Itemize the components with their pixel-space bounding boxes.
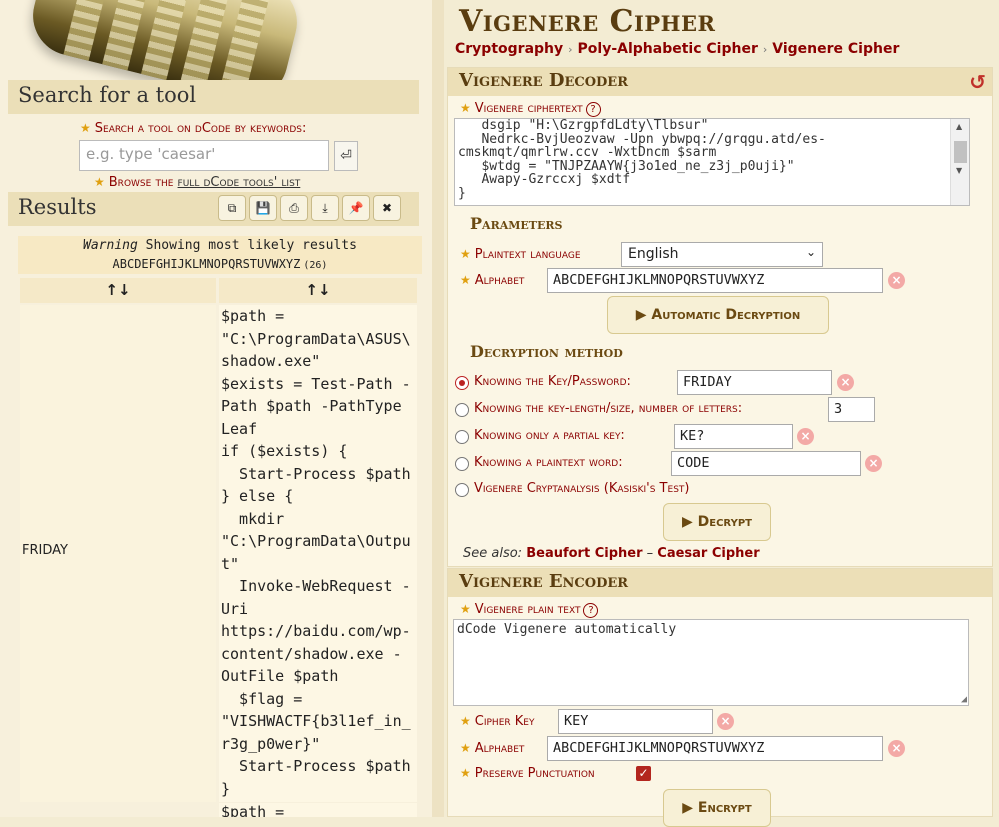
- method-radio-key[interactable]: [455, 376, 469, 390]
- decoder-title: Vigenere Decoder: [448, 68, 992, 96]
- encoder-panel: Vigenere Encoder Vigenere plain text? dC…: [447, 568, 993, 827]
- browse-tools-link[interactable]: Browse the full dCode tools' list: [94, 175, 300, 190]
- star-icon: [460, 741, 471, 755]
- preserve-punctuation-checkbox[interactable]: ✓: [636, 766, 651, 781]
- ciphertext-textarea[interactable]: dsgip "H:\GzrgpfdLdty\Tlbsur" Nedrkc-Bvj…: [454, 118, 970, 206]
- parameters-title: Parameters: [470, 214, 563, 233]
- results-header-row: ↑↓ ↑↓: [20, 278, 417, 303]
- warning-label: Warning: [83, 238, 138, 253]
- see-also-beaufort-link[interactable]: Beaufort Cipher: [526, 546, 642, 561]
- star-icon: [460, 766, 471, 780]
- plaintext-textarea[interactable]: dCode Vigenere automatically ◢: [453, 619, 969, 706]
- method-radio-kasiski[interactable]: [455, 483, 469, 497]
- key-length-input[interactable]: 3: [828, 397, 875, 422]
- full-tools-list-link[interactable]: full dCode tools' list: [178, 175, 301, 190]
- reload-icon[interactable]: ↺: [969, 70, 986, 94]
- alphabet-label: Alphabet: [460, 273, 524, 288]
- copy-icon[interactable]: ⧉: [218, 195, 246, 221]
- method-label-partial: Knowing only a partial key:: [474, 428, 625, 443]
- pin-icon[interactable]: 📌: [342, 195, 370, 221]
- close-icon[interactable]: ✖: [373, 195, 401, 221]
- method-radio-length[interactable]: [455, 403, 469, 417]
- method-label-key: Knowing the Key/Password:: [474, 374, 631, 389]
- warning-text: Showing most likely results: [145, 238, 357, 253]
- encoder-alphabet-input[interactable]: ABCDEFGHIJKLMNOPQRSTUVWXYZ: [547, 736, 883, 761]
- results-toolbar: ⧉ 💾 ⎙ ⤓ 📌 ✖: [218, 195, 401, 221]
- clear-partial-key-icon[interactable]: ×: [797, 428, 814, 445]
- star-icon: [460, 101, 471, 115]
- see-also-caesar-link[interactable]: Caesar Cipher: [657, 546, 759, 561]
- results-warning: Warning Showing most likely results ABCD…: [18, 236, 422, 274]
- method-radio-partial[interactable]: [455, 430, 469, 444]
- plaintext-word-input[interactable]: CODE: [671, 451, 861, 476]
- clear-cipher-key-icon[interactable]: ×: [717, 713, 734, 730]
- cryptex-image: [24, 0, 306, 82]
- sort-key-button[interactable]: ↑↓: [20, 278, 216, 303]
- left-sidebar: Search for a tool Search a tool on dCode…: [0, 0, 433, 817]
- plaintext-label: Vigenere plain text?: [460, 602, 599, 618]
- clear-key-icon[interactable]: ×: [837, 374, 854, 391]
- key-input[interactable]: FRIDAY: [677, 370, 832, 395]
- method-radio-plaintext[interactable]: [455, 457, 469, 471]
- decryption-method-title: Decryption method: [470, 342, 623, 361]
- clear-plaintext-word-icon[interactable]: ×: [865, 455, 882, 472]
- star-icon: [460, 247, 471, 261]
- preserve-punctuation-label: Preserve Punctuation: [460, 766, 595, 781]
- alphabet-text: ABCDEFGHIJKLMNOPQRSTUVWXYZ: [112, 257, 301, 271]
- result-text-cell: $path = "C:\ProgramData\ASUS\ shadow.exe…: [219, 305, 417, 802]
- breadcrumb-item-cryptography[interactable]: Cryptography: [455, 41, 563, 57]
- encoder-alphabet-label: Alphabet: [460, 741, 524, 756]
- chevron-down-icon: ⌄: [805, 245, 816, 259]
- cipher-key-label: Cipher Key: [460, 714, 534, 729]
- alphabet-count: (26): [303, 260, 328, 271]
- breadcrumb-item-polyalphabetic[interactable]: Poly-Alphabetic Cipher: [578, 41, 758, 57]
- method-label-plaintext: Knowing a plaintext word:: [474, 455, 623, 470]
- ciphertext-scrollbar[interactable]: ▲ ▼: [950, 119, 969, 205]
- help-icon[interactable]: ?: [583, 603, 599, 618]
- clear-encoder-alphabet-icon[interactable]: ×: [888, 740, 905, 757]
- next-result-cell: $path =: [219, 803, 417, 817]
- partial-key-input[interactable]: KE?: [674, 424, 793, 449]
- result-key-cell: FRIDAY: [20, 305, 216, 802]
- see-also: See also: Beaufort Cipher – Caesar Ciphe…: [463, 546, 760, 561]
- search-label: Search a tool on dCode by keywords:: [80, 121, 306, 136]
- sort-text-button[interactable]: ↑↓: [219, 278, 417, 303]
- search-section-title: Search for a tool: [8, 80, 419, 114]
- breadcrumb: Cryptography › Poly-Alphabetic Cipher › Vige…: [455, 41, 900, 57]
- print-icon[interactable]: ⎙: [280, 195, 308, 221]
- breadcrumb-item-vigenere[interactable]: Vigenere Cipher: [772, 41, 899, 57]
- clear-alphabet-icon[interactable]: ×: [888, 272, 905, 289]
- method-label-kasiski: Vigenere Cryptanalysis (Kasiski's Test): [474, 481, 690, 496]
- main-content: Vigenere Cipher Cryptography › Poly-Alphab…: [444, 0, 999, 827]
- star-icon: [460, 602, 471, 616]
- cipher-key-input[interactable]: KEY: [558, 709, 713, 734]
- encrypt-button[interactable]: ▶ Encrypt: [663, 789, 771, 827]
- column-divider: [432, 0, 444, 817]
- method-label-length: Knowing the key-length/size, number of l…: [474, 401, 743, 416]
- alphabet-input[interactable]: ABCDEFGHIJKLMNOPQRSTUVWXYZ: [547, 268, 883, 293]
- ciphertext-label: Vigenere ciphertext?: [460, 101, 601, 117]
- star-icon: [80, 121, 91, 135]
- star-icon: [460, 273, 471, 287]
- star-icon: [94, 175, 105, 189]
- plaintext-language-label: Plaintext language: [460, 247, 581, 262]
- star-icon: [460, 714, 471, 728]
- download-icon[interactable]: ⤓: [311, 195, 339, 221]
- automatic-decryption-button[interactable]: ▶ Automatic Decryption: [607, 296, 829, 334]
- decoder-panel: Vigenere Decoder ↺ Vigenere ciphertext? …: [447, 67, 993, 567]
- cryptex-logo[interactable]: [0, 0, 433, 82]
- plaintext-language-select[interactable]: English ⌄: [621, 242, 823, 267]
- resize-handle-icon[interactable]: ◢: [961, 694, 967, 705]
- save-icon[interactable]: 💾: [249, 195, 277, 221]
- decrypt-button[interactable]: ▶ Decrypt: [663, 503, 771, 541]
- search-input[interactable]: e.g. type 'caesar': [79, 140, 329, 171]
- page-title: Vigenere Cipher: [459, 4, 716, 39]
- help-icon[interactable]: ?: [585, 102, 601, 117]
- enter-icon[interactable]: ⏎: [334, 141, 358, 171]
- encoder-title: Vigenere Encoder: [448, 569, 992, 597]
